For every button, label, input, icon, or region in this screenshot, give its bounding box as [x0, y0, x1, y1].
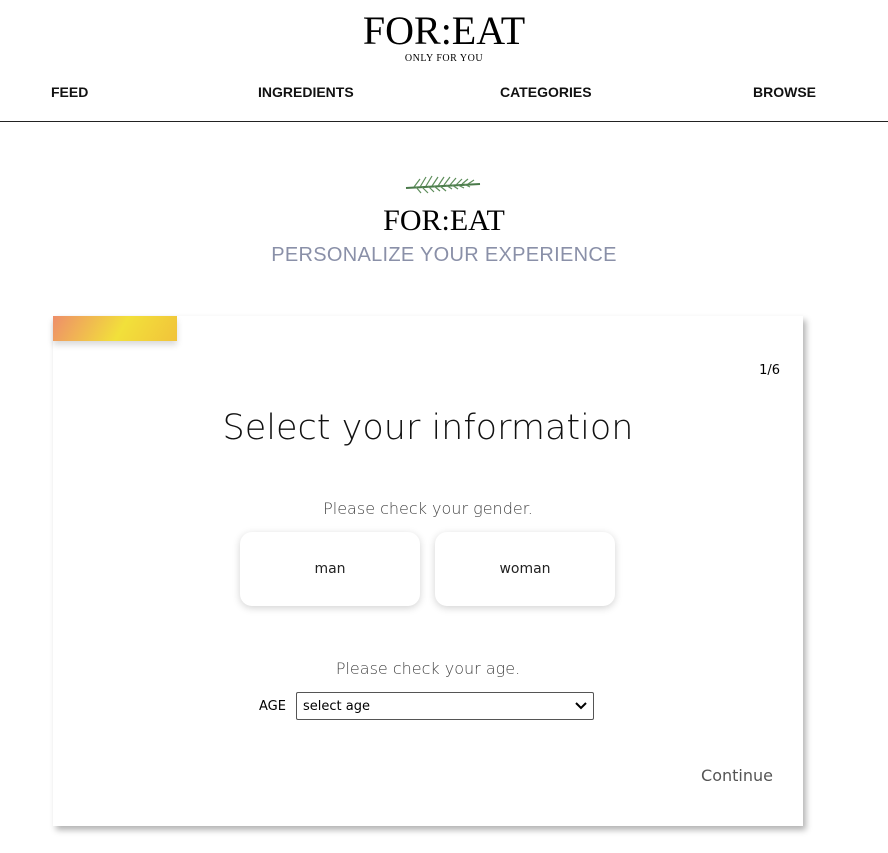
onboarding-card: 1/6 Select your information Please check… — [53, 316, 803, 826]
hero: FOR:EAT PERSONALIZE YOUR EXPERIENCE — [0, 170, 888, 267]
hero-subtitle: PERSONALIZE YOUR EXPERIENCE — [271, 244, 617, 266]
logo-tagline: ONLY FOR YOU — [404, 53, 484, 64]
step-indicator: 1/6 — [759, 363, 780, 378]
gender-option-woman[interactable]: woman — [435, 532, 615, 606]
rosemary-leaf-icon — [405, 175, 481, 194]
main-nav: FEED INGREDIENTS CATEGORIES BROWSE — [0, 84, 888, 122]
site-logo[interactable]: FOR:EAT ONLY FOR YOU — [0, 8, 888, 65]
nav-categories[interactable]: CATEGORIES — [500, 84, 592, 100]
nav-browse[interactable]: BROWSE — [753, 84, 816, 100]
gender-question: Please check your gender. — [323, 499, 533, 518]
card-title: Select your information — [222, 408, 634, 448]
nav-feed[interactable]: FEED — [51, 84, 88, 100]
accent-bar — [53, 316, 177, 341]
hero-logo: FOR:EAT — [383, 204, 505, 237]
age-label: AGE — [259, 699, 286, 714]
continue-button[interactable]: Continue — [701, 766, 773, 785]
age-question: Please check your age. — [335, 659, 521, 678]
age-select-value: select age — [303, 698, 370, 714]
logo-text: FOR:EAT — [362, 8, 526, 53]
age-select[interactable]: select age — [296, 692, 594, 720]
nav-ingredients[interactable]: INGREDIENTS — [258, 84, 354, 100]
chevron-down-icon — [575, 702, 587, 710]
gender-option-man[interactable]: man — [240, 532, 420, 606]
